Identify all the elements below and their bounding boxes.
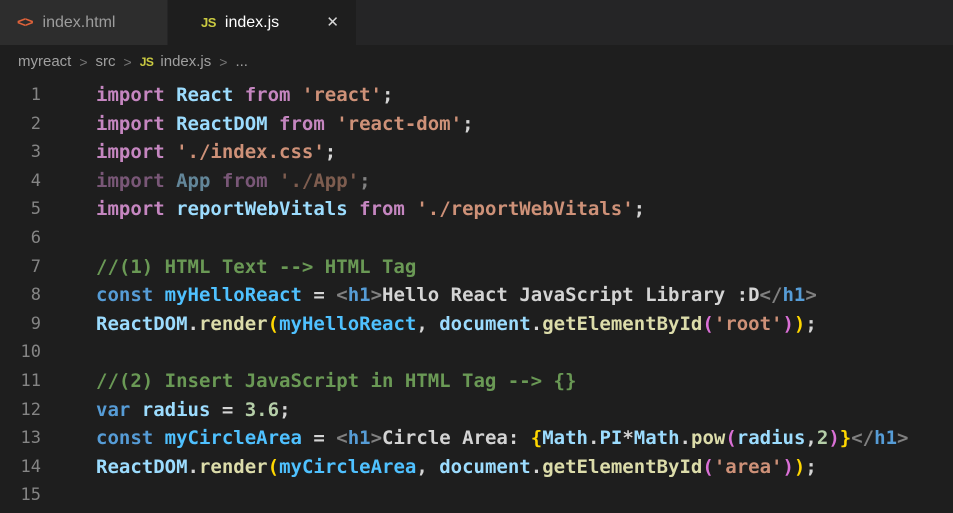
code-content: const myHelloReact = <h1>Hello React Jav… xyxy=(41,281,817,310)
line-number: 1 xyxy=(0,81,41,110)
code-line[interactable]: 4import App from './App'; xyxy=(0,167,953,196)
code-line[interactable]: 2import ReactDOM from 'react-dom'; xyxy=(0,110,953,139)
tab-label: index.html xyxy=(43,14,116,32)
line-number: 2 xyxy=(0,110,41,139)
code-content: import React from 'react'; xyxy=(41,81,393,110)
code-content: import './index.css'; xyxy=(41,138,336,167)
code-line[interactable]: 7//(1) HTML Text --> HTML Tag xyxy=(0,253,953,282)
chevron-right-icon: > xyxy=(79,54,87,70)
line-number: 11 xyxy=(0,367,41,396)
code-line[interactable]: 12var radius = 3.6; xyxy=(0,396,953,425)
code-line[interactable]: 14ReactDOM.render(myCircleArea, document… xyxy=(0,453,953,482)
line-number: 13 xyxy=(0,424,41,453)
code-line[interactable]: 13const myCircleArea = <h1>Circle Area: … xyxy=(0,424,953,453)
chevron-right-icon: > xyxy=(219,54,227,70)
line-number: 8 xyxy=(0,281,41,310)
code-line[interactable]: 5import reportWebVitals from './reportWe… xyxy=(0,195,953,224)
code-line[interactable]: 8const myHelloReact = <h1>Hello React Ja… xyxy=(0,281,953,310)
code-content: import reportWebVitals from './reportWeb… xyxy=(41,195,645,224)
code-content xyxy=(41,338,96,367)
chevron-right-icon: > xyxy=(124,54,132,70)
line-number: 6 xyxy=(0,224,41,253)
code-line[interactable]: 10 xyxy=(0,338,953,367)
code-line[interactable]: 11//(2) Insert JavaScript in HTML Tag --… xyxy=(0,367,953,396)
code-content xyxy=(41,481,96,510)
code-content: const myCircleArea = <h1>Circle Area: {M… xyxy=(41,424,908,453)
tab-label: index.js xyxy=(225,14,279,32)
line-number: 12 xyxy=(0,396,41,425)
breadcrumb: myreact > src > JS index.js > ... xyxy=(0,45,953,78)
line-number: 4 xyxy=(0,167,41,196)
html-file-icon: <> xyxy=(17,14,33,31)
code-content: var radius = 3.6; xyxy=(41,396,291,425)
code-line[interactable]: 6 xyxy=(0,224,953,253)
code-content xyxy=(41,224,96,253)
code-line[interactable]: 1import React from 'react'; xyxy=(0,81,953,110)
code-line[interactable]: 3import './index.css'; xyxy=(0,138,953,167)
tab-index-html[interactable]: <> index.html xyxy=(0,0,168,45)
tab-index-js[interactable]: JS index.js ✕ xyxy=(168,0,356,45)
code-content: import App from './App'; xyxy=(41,167,371,196)
code-content: //(1) HTML Text --> HTML Tag xyxy=(41,253,416,282)
js-file-icon: JS xyxy=(140,55,154,69)
line-number: 10 xyxy=(0,338,41,367)
code-line[interactable]: 9ReactDOM.render(myHelloReact, document.… xyxy=(0,310,953,339)
line-number: 14 xyxy=(0,453,41,482)
js-file-icon: JS xyxy=(201,15,216,30)
line-number: 7 xyxy=(0,253,41,282)
close-icon[interactable]: ✕ xyxy=(323,13,342,32)
breadcrumb-item-folder[interactable]: myreact xyxy=(18,53,71,70)
breadcrumb-item-symbol[interactable]: ... xyxy=(235,53,248,70)
breadcrumb-item-file[interactable]: index.js xyxy=(160,53,211,70)
line-number: 15 xyxy=(0,481,41,510)
line-number: 9 xyxy=(0,310,41,339)
code-content: import ReactDOM from 'react-dom'; xyxy=(41,110,474,139)
code-editor[interactable]: 1import React from 'react';2import React… xyxy=(0,78,953,510)
code-line[interactable]: 15 xyxy=(0,481,953,510)
line-number: 3 xyxy=(0,138,41,167)
breadcrumb-item-subfolder[interactable]: src xyxy=(96,53,116,70)
tab-bar: <> index.html JS index.js ✕ xyxy=(0,0,953,45)
code-content: ReactDOM.render(myHelloReact, document.g… xyxy=(41,310,817,339)
code-content: ReactDOM.render(myCircleArea, document.g… xyxy=(41,453,817,482)
code-content: //(2) Insert JavaScript in HTML Tag --> … xyxy=(41,367,576,396)
line-number: 5 xyxy=(0,195,41,224)
